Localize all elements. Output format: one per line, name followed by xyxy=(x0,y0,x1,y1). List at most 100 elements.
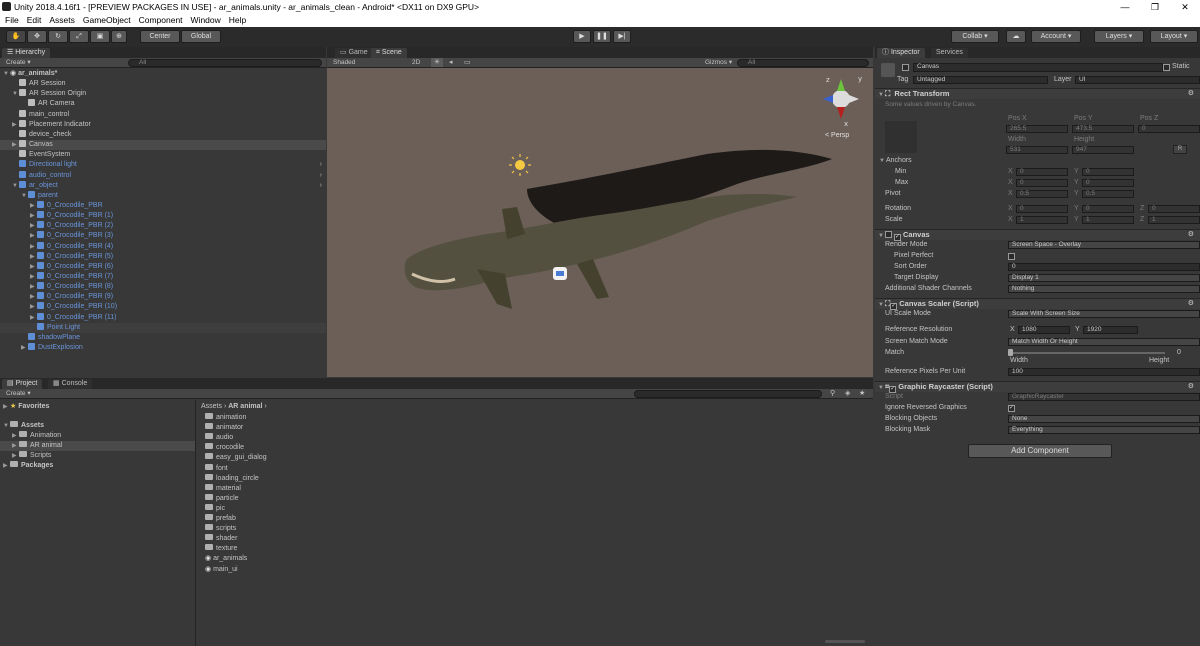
expand-arrow-icon[interactable]: ▶ xyxy=(30,282,37,292)
asset-item[interactable]: crocodile xyxy=(205,443,873,453)
shader-channels-dropdown[interactable]: Nothing xyxy=(1008,285,1200,293)
hierarchy-item[interactable]: ▶ DustExplosion xyxy=(0,343,326,353)
target-display-dropdown[interactable]: Display 1 xyxy=(1008,274,1200,282)
asset-item[interactable]: ◉ main_ui xyxy=(205,565,873,575)
cloud-icon[interactable]: ☁ xyxy=(1006,30,1026,43)
mode-2d-toggle[interactable]: 2D xyxy=(412,58,420,67)
projection-label[interactable]: < Persp xyxy=(825,132,849,139)
canvas-component-header[interactable]: ▼ ✓ Canvas ⚙ xyxy=(875,229,1200,241)
tree-item-scripts[interactable]: ▶ Scripts xyxy=(0,451,195,461)
component-menu-icon[interactable]: ⚙ xyxy=(1188,382,1194,392)
project-create-button[interactable]: Create ▾ xyxy=(6,389,31,398)
object-name-field[interactable]: Canvas xyxy=(913,63,1163,72)
reference-resolution-x-field[interactable]: 1080 xyxy=(1018,326,1070,334)
hierarchy-item[interactable]: ▼ parent xyxy=(0,190,326,201)
hierarchy-item[interactable]: ▶ 0_Crocodile_PBR (7) xyxy=(0,272,326,282)
menu-help[interactable]: Help xyxy=(229,14,246,27)
asset-item[interactable]: scripts xyxy=(205,524,873,534)
expand-arrow-icon[interactable]: ▶ xyxy=(30,242,37,252)
pos-y-field[interactable]: 473.5 xyxy=(1072,125,1134,133)
expand-arrow-icon[interactable]: ▶ xyxy=(30,313,37,323)
orientation-gizmo[interactable]: y z x xyxy=(823,75,862,128)
hierarchy-item[interactable]: ▼ AR Session Origin xyxy=(0,89,326,99)
hierarchy-item[interactable]: ▼◉ ar_animals* xyxy=(0,69,326,79)
hierarchy-item[interactable]: AR Camera xyxy=(0,99,326,109)
asset-item[interactable]: prefab xyxy=(205,514,873,524)
anchor-max-x-field[interactable]: 0 xyxy=(1016,179,1068,187)
tree-item-animation[interactable]: ▶ Animation xyxy=(0,431,195,441)
pixel-perfect-checkbox[interactable] xyxy=(1008,253,1015,260)
close-button[interactable]: ✕ xyxy=(1170,0,1200,14)
hierarchy-item[interactable]: ▶ 0_Crocodile_PBR (9) xyxy=(0,292,326,302)
menu-window[interactable]: Window xyxy=(191,14,221,27)
packages-section[interactable]: ▶ Packages xyxy=(0,461,195,471)
hierarchy-item[interactable]: ▶ 0_Crocodile_PBR (3) xyxy=(0,231,326,241)
pivot-center-toggle[interactable]: Center xyxy=(140,30,180,43)
menu-file[interactable]: File xyxy=(5,14,19,27)
hierarchy-search-input[interactable]: All xyxy=(128,59,322,67)
asset-item[interactable]: shader xyxy=(205,534,873,544)
step-button[interactable]: ▶| xyxy=(613,30,631,43)
pivot-y-field[interactable]: 0.5 xyxy=(1082,190,1134,198)
scale-z-field[interactable]: 1 xyxy=(1148,216,1200,224)
match-slider-thumb[interactable] xyxy=(1008,349,1013,356)
component-menu-icon[interactable]: ⚙ xyxy=(1188,89,1194,99)
graphic-raycaster-header[interactable]: ▼⌗✓ Graphic Raycaster (Script) ⚙ xyxy=(875,381,1200,393)
expand-arrow-icon[interactable]: ▶ xyxy=(30,231,37,241)
expand-arrow-icon[interactable]: ▶ xyxy=(30,292,37,302)
transform-tool-button[interactable]: ⊕ xyxy=(111,30,127,43)
hierarchy-create-button[interactable]: Create ▾ xyxy=(6,58,31,67)
pivot-x-field[interactable]: 0.5 xyxy=(1016,190,1068,198)
rotate-tool-button[interactable]: ↻ xyxy=(48,30,68,43)
tag-dropdown[interactable]: Untagged xyxy=(913,76,1048,84)
asset-item[interactable]: texture xyxy=(205,544,873,554)
expand-arrow-icon[interactable]: ▶ xyxy=(30,252,37,262)
hierarchy-item[interactable]: ▶ Placement Indicator xyxy=(0,119,326,130)
hierarchy-item[interactable]: ▶ 0_Crocodile_PBR (1) xyxy=(0,211,326,221)
tab-scene[interactable]: ⌗ Scene xyxy=(371,48,407,58)
hierarchy-item[interactable]: ▼ ar_object › xyxy=(0,180,326,191)
expand-arrow-icon[interactable]: ▼ xyxy=(12,89,19,99)
pause-button[interactable]: ❚❚ xyxy=(593,30,611,43)
rotation-z-field[interactable]: 0 xyxy=(1148,205,1200,213)
anchor-min-x-field[interactable]: 0 xyxy=(1016,168,1068,176)
effects-dropdown-icon[interactable]: ▭ xyxy=(464,58,471,67)
hierarchy-item[interactable]: ▶ 0_Crocodile_PBR (2) xyxy=(0,221,326,231)
move-tool-button[interactable]: ✥ xyxy=(27,30,47,43)
asset-item[interactable]: loading_circle xyxy=(205,473,873,484)
asset-item[interactable]: audio xyxy=(205,433,873,443)
expand-arrow-icon[interactable]: ▶ xyxy=(30,211,37,221)
pivot-global-toggle[interactable]: Global xyxy=(181,30,221,43)
blocking-mask-dropdown[interactable]: Everything xyxy=(1008,426,1200,434)
tab-services[interactable]: Services xyxy=(931,48,968,58)
tab-inspector[interactable]: ⓘ Inspector xyxy=(877,48,925,58)
asset-item[interactable]: pic xyxy=(205,503,873,514)
account-dropdown[interactable]: Account ▾ xyxy=(1031,30,1081,43)
open-prefab-arrow-icon[interactable]: › xyxy=(320,181,322,191)
add-component-button[interactable]: Add Component xyxy=(968,444,1112,458)
ignore-reversed-checkbox[interactable]: ✓ xyxy=(1008,405,1015,412)
icon-size-slider[interactable] xyxy=(825,640,865,643)
tree-item-ar-animal[interactable]: ▶ AR animal xyxy=(0,441,195,451)
scene-viewport[interactable]: y z x < Persp xyxy=(327,69,873,377)
asset-item[interactable]: animation xyxy=(205,413,873,423)
anchors-foldout[interactable]: ▼Anchors xyxy=(879,156,912,166)
reference-resolution-y-field[interactable]: 1920 xyxy=(1083,326,1138,334)
breadcrumb-assets[interactable]: Assets xyxy=(201,403,222,410)
menu-component[interactable]: Component xyxy=(139,14,183,27)
anchor-preset-button[interactable] xyxy=(885,121,917,153)
tab-game[interactable]: ▭ Game xyxy=(335,48,373,58)
audio-source-gizmo-icon[interactable] xyxy=(553,267,567,280)
height-field[interactable]: 947 xyxy=(1072,146,1134,154)
menu-edit[interactable]: Edit xyxy=(27,14,42,27)
pixels-per-unit-field[interactable]: 100 xyxy=(1008,368,1200,376)
open-prefab-arrow-icon[interactable]: › xyxy=(320,160,322,170)
component-menu-icon[interactable]: ⚙ xyxy=(1188,230,1194,240)
hierarchy-item[interactable]: ▶ 0_Crocodile_PBR (5) xyxy=(0,251,326,262)
rect-tool-button[interactable]: ▣ xyxy=(90,30,110,43)
menu-gameobject[interactable]: GameObject xyxy=(83,14,131,27)
hierarchy-item[interactable]: ▶ 0_Crocodile_PBR (6) xyxy=(0,261,326,272)
expand-arrow-icon[interactable]: ▶ xyxy=(12,140,19,150)
directional-light-gizmo-icon[interactable] xyxy=(509,154,531,176)
menu-assets[interactable]: Assets xyxy=(49,14,75,27)
